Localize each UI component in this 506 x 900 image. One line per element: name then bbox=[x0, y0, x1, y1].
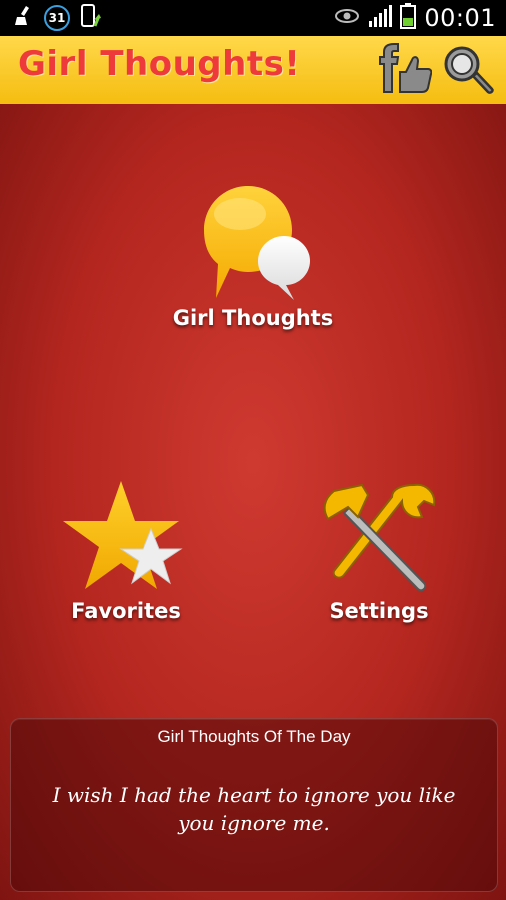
eye-icon bbox=[334, 7, 360, 30]
signal-icon bbox=[368, 4, 393, 33]
settings-button[interactable]: Settings bbox=[289, 479, 469, 623]
girl-thoughts-label: Girl Thoughts bbox=[172, 306, 334, 330]
calendar-icon: 31 bbox=[44, 5, 70, 31]
status-bar: 31 00:01 bbox=[0, 0, 506, 36]
quote-panel-title: Girl Thoughts Of The Day bbox=[157, 727, 351, 746]
tools-icon bbox=[323, 483, 436, 592]
quote-text: I wish I had the heart to ignore you lik… bbox=[52, 783, 456, 835]
cleaner-icon bbox=[14, 5, 34, 32]
app-title: Girl Thoughts! bbox=[18, 44, 301, 84]
facebook-like-icon bbox=[379, 43, 433, 93]
search-button[interactable] bbox=[440, 42, 496, 98]
main-menu: Girl Thoughts Favorites Settings Girl Th… bbox=[0, 104, 506, 900]
girl-thoughts-button[interactable]: Girl Thoughts bbox=[153, 184, 353, 330]
favorites-label: Favorites bbox=[71, 599, 181, 623]
favorites-button[interactable]: Favorites bbox=[36, 479, 216, 623]
facebook-like-button[interactable] bbox=[376, 42, 433, 98]
star-icon bbox=[63, 481, 183, 589]
quote-of-the-day-panel[interactable]: Girl Thoughts Of The Day I wish I had th… bbox=[10, 718, 498, 892]
search-icon bbox=[444, 46, 494, 94]
phone-update-icon bbox=[80, 3, 102, 33]
clock: 00:01 bbox=[424, 4, 496, 32]
battery-icon bbox=[400, 2, 417, 34]
speech-bubbles-icon bbox=[204, 186, 310, 300]
settings-label: Settings bbox=[329, 599, 429, 623]
app-header: Girl Thoughts! bbox=[0, 36, 506, 107]
